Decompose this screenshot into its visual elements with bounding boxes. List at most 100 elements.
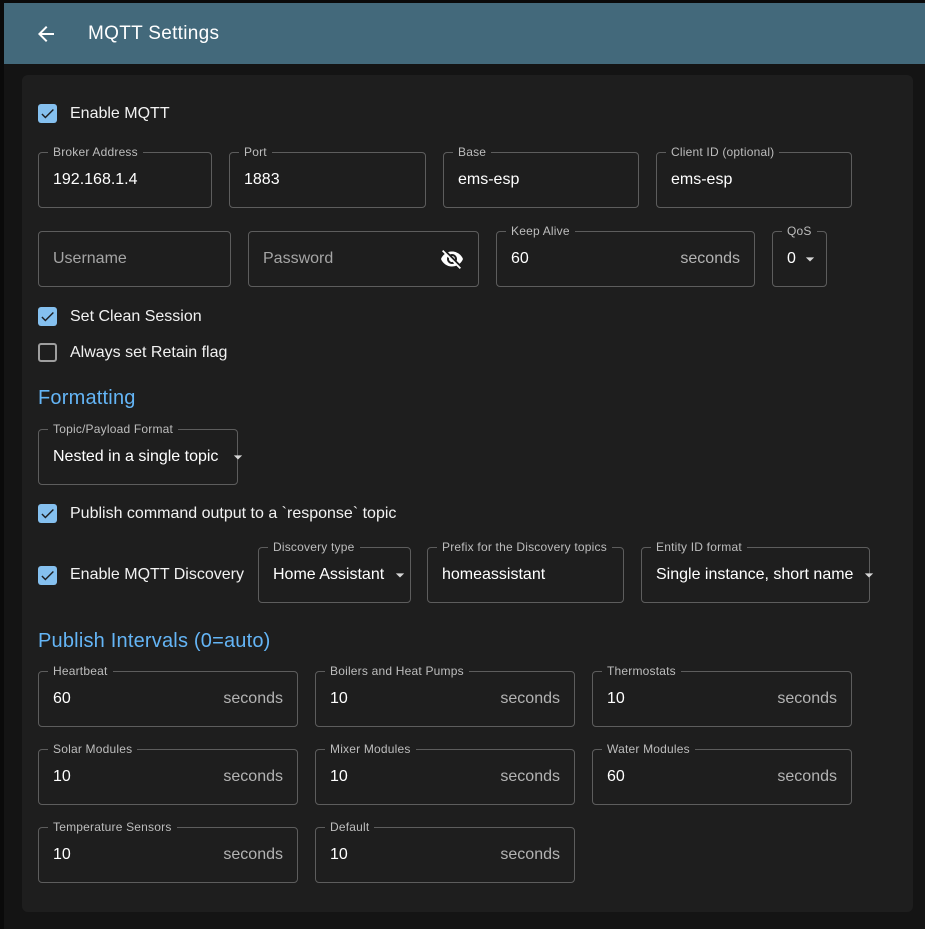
formatting-heading: Formatting: [38, 387, 897, 410]
interval-field-mixer[interactable]: Mixer Modules 10 seconds: [315, 749, 575, 805]
window-left-edge: [0, 0, 4, 929]
publish-response-row: Publish command output to a `response` t…: [38, 504, 897, 523]
client-id-field[interactable]: Client ID (optional) ems-esp: [656, 152, 852, 208]
client-id-label: Client ID (optional): [666, 145, 779, 159]
discovery-row: Enable MQTT Discovery Discovery type Hom…: [38, 547, 897, 603]
broker-address-label: Broker Address: [48, 145, 143, 159]
interval-field-default[interactable]: Default 10 seconds: [315, 827, 575, 883]
discovery-prefix-value: homeassistant: [442, 566, 545, 584]
discovery-type-select[interactable]: Discovery type Home Assistant: [258, 547, 411, 603]
client-id-value: ems-esp: [671, 171, 732, 189]
publish-response-checkbox[interactable]: [38, 504, 57, 523]
interval-value: 10: [330, 768, 348, 786]
keep-alive-label: Keep Alive: [506, 224, 575, 238]
chevron-down-icon: [800, 249, 820, 269]
app-header: MQTT Settings: [4, 3, 925, 64]
interval-label: Default: [325, 820, 374, 834]
password-placeholder: Password: [263, 250, 333, 268]
entity-id-format-value: Single instance, short name: [656, 566, 853, 584]
interval-suffix: seconds: [223, 690, 283, 708]
discovery-prefix-field[interactable]: Prefix for the Discovery topics homeassi…: [427, 547, 624, 603]
interval-label: Heartbeat: [48, 664, 113, 678]
password-field[interactable]: Password: [248, 231, 479, 287]
retain-flag-checkbox[interactable]: [38, 343, 57, 362]
topic-format-select[interactable]: Topic/Payload Format Nested in a single …: [38, 429, 238, 485]
base-label: Base: [453, 145, 491, 159]
credentials-row: Username Password Keep Alive 60 seconds …: [38, 231, 897, 287]
topic-format-label: Topic/Payload Format: [48, 422, 178, 436]
qos-select[interactable]: QoS 0: [772, 231, 827, 287]
enable-mqtt-checkbox[interactable]: [38, 104, 57, 123]
interval-suffix: seconds: [500, 846, 560, 864]
qos-value: 0: [787, 250, 796, 268]
interval-value: 10: [330, 846, 348, 864]
port-field[interactable]: Port 1883: [229, 152, 426, 208]
base-field[interactable]: Base ems-esp: [443, 152, 639, 208]
chevron-down-icon: [228, 447, 248, 467]
interval-value: 60: [53, 690, 71, 708]
interval-label: Water Modules: [602, 742, 695, 756]
interval-suffix: seconds: [223, 768, 283, 786]
interval-suffix: seconds: [500, 690, 560, 708]
settings-card: Enable MQTT Broker Address 192.168.1.4 P…: [22, 75, 913, 912]
base-value: ems-esp: [458, 171, 519, 189]
enable-mqtt-label: Enable MQTT: [70, 105, 170, 123]
interval-label: Solar Modules: [48, 742, 137, 756]
page-title: MQTT Settings: [88, 23, 219, 45]
back-button[interactable]: [34, 22, 58, 46]
interval-value: 10: [53, 768, 71, 786]
keep-alive-field[interactable]: Keep Alive 60 seconds: [496, 231, 755, 287]
interval-label: Thermostats: [602, 664, 681, 678]
toggle-password-visibility-button[interactable]: [440, 247, 464, 271]
clean-session-row: Set Clean Session: [38, 307, 897, 326]
arrow-back-icon: [34, 22, 58, 46]
chevron-down-icon: [859, 565, 879, 585]
interval-suffix: seconds: [223, 846, 283, 864]
entity-id-format-select[interactable]: Entity ID format Single instance, short …: [641, 547, 870, 603]
interval-value: 10: [607, 690, 625, 708]
keep-alive-suffix: seconds: [680, 250, 740, 268]
qos-label: QoS: [782, 224, 817, 238]
port-label: Port: [239, 145, 272, 159]
discovery-prefix-label: Prefix for the Discovery topics: [437, 540, 612, 554]
enable-discovery-label: Enable MQTT Discovery: [70, 566, 244, 584]
entity-id-format-label: Entity ID format: [651, 540, 747, 554]
interval-value: 10: [53, 846, 71, 864]
enable-discovery-checkbox[interactable]: [38, 566, 57, 585]
clean-session-checkbox[interactable]: [38, 307, 57, 326]
interval-field-heartbeat[interactable]: Heartbeat 60 seconds: [38, 671, 298, 727]
interval-label: Temperature Sensors: [48, 820, 177, 834]
check-icon: [39, 105, 56, 122]
keep-alive-value: 60: [511, 250, 529, 268]
check-icon: [39, 567, 56, 584]
topic-format-value: Nested in a single topic: [53, 448, 218, 466]
discovery-type-label: Discovery type: [268, 540, 360, 554]
interval-field-water[interactable]: Water Modules 60 seconds: [592, 749, 852, 805]
interval-label: Mixer Modules: [325, 742, 416, 756]
check-icon: [39, 308, 56, 325]
interval-field-boilers[interactable]: Boilers and Heat Pumps 10 seconds: [315, 671, 575, 727]
interval-field-thermostats[interactable]: Thermostats 10 seconds: [592, 671, 852, 727]
discovery-type-value: Home Assistant: [273, 566, 384, 584]
interval-suffix: seconds: [777, 768, 837, 786]
interval-value: 10: [330, 690, 348, 708]
username-field[interactable]: Username: [38, 231, 231, 287]
check-icon: [39, 505, 56, 522]
clean-session-label: Set Clean Session: [70, 308, 202, 326]
broker-address-value: 192.168.1.4: [53, 171, 138, 189]
interval-field-temperature-sensors[interactable]: Temperature Sensors 10 seconds: [38, 827, 298, 883]
interval-suffix: seconds: [500, 768, 560, 786]
publish-response-label: Publish command output to a `response` t…: [70, 505, 396, 523]
visibility-off-icon: [440, 247, 464, 271]
interval-label: Boilers and Heat Pumps: [325, 664, 469, 678]
broker-address-field[interactable]: Broker Address 192.168.1.4: [38, 152, 212, 208]
enable-discovery-row: Enable MQTT Discovery: [38, 566, 258, 585]
connection-fields-row: Broker Address 192.168.1.4 Port 1883 Bas…: [38, 152, 897, 208]
publish-intervals-heading: Publish Intervals (0=auto): [38, 630, 897, 653]
chevron-down-icon: [390, 565, 410, 585]
interval-suffix: seconds: [777, 690, 837, 708]
username-placeholder: Username: [53, 250, 127, 268]
retain-flag-row: Always set Retain flag: [38, 343, 897, 362]
interval-value: 60: [607, 768, 625, 786]
interval-field-solar[interactable]: Solar Modules 10 seconds: [38, 749, 298, 805]
